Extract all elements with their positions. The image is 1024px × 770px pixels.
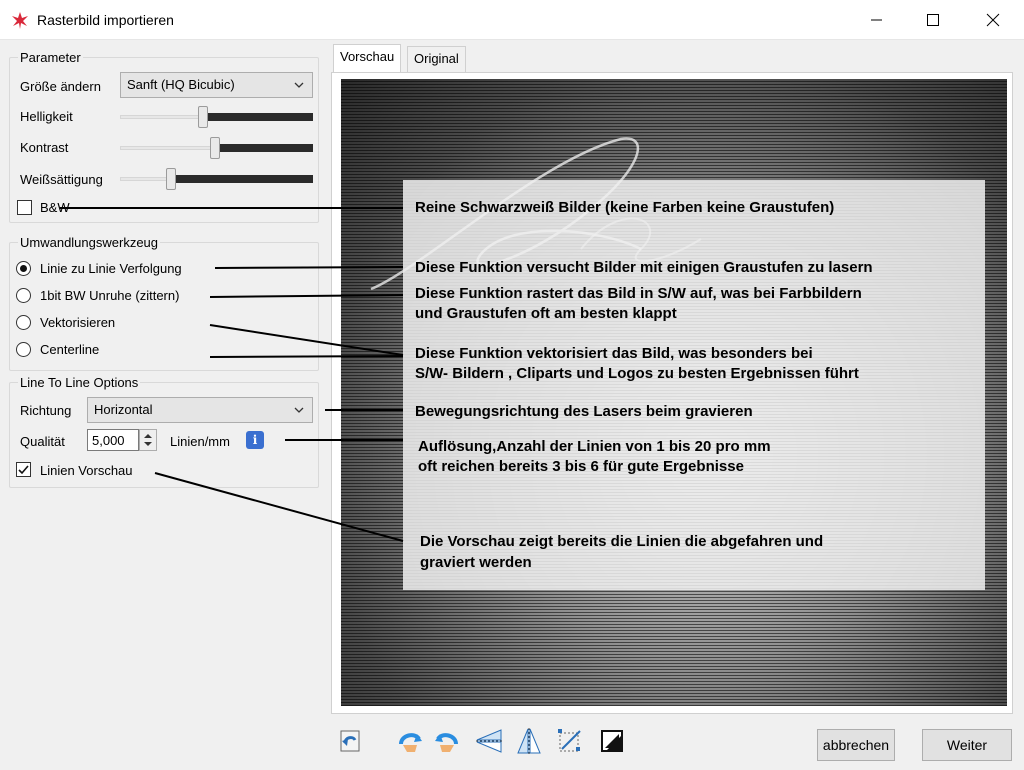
next-button-label: Weiter xyxy=(946,737,988,753)
annotation-direction: Bewegungsrichtung des Lasers beim gravie… xyxy=(415,403,753,420)
reset-image-button[interactable] xyxy=(335,726,365,756)
annotation-dither-line1: Diese Funktion rastert das Bild in S/W a… xyxy=(415,285,862,302)
annotation-vector-line2: S/W- Bildern , Cliparts und Logos zu bes… xyxy=(415,365,859,382)
annotation-resolution-line2: oft reichen bereits 3 bis 6 für gute Erg… xyxy=(418,458,744,475)
annotation-line-to-line: Diese Funktion versucht Bilder mit einig… xyxy=(415,259,873,276)
rotate-left-button[interactable] xyxy=(395,726,425,756)
next-button[interactable]: Weiter xyxy=(922,729,1012,761)
invert-button[interactable] xyxy=(597,726,627,756)
annotation-resolution-line1: Auflösung,Anzahl der Linien von 1 bis 20… xyxy=(418,438,771,455)
invert-icon xyxy=(601,730,623,752)
annotation-preview-line1: Die Vorschau zeigt bereits die Linien di… xyxy=(420,533,824,550)
reset-icon xyxy=(340,730,360,752)
cancel-button-label: abbrechen xyxy=(822,737,890,753)
annotation-bw: Reine Schwarzweiß Bilder (keine Farben k… xyxy=(415,199,835,216)
flip-vertical-icon xyxy=(517,728,541,754)
rotate-right-icon xyxy=(435,733,458,752)
annotation-preview-line2: graviert werden xyxy=(420,554,532,571)
rotate-right-button[interactable] xyxy=(432,726,462,756)
crop-icon xyxy=(558,729,581,752)
flip-horizontal-button[interactable] xyxy=(474,726,504,756)
annotation-lines xyxy=(60,207,404,542)
rotate-left-icon xyxy=(399,733,422,752)
flip-vertical-button[interactable] xyxy=(514,726,544,756)
cancel-button[interactable]: abbrechen xyxy=(817,729,895,761)
flip-horizontal-icon xyxy=(476,729,502,753)
annotation-dither-line2: und Graustufen oft am besten klappt xyxy=(415,305,677,322)
crop-button[interactable] xyxy=(555,726,585,756)
annotation-vector-line1: Diese Funktion vektorisiert das Bild, wa… xyxy=(415,345,813,362)
